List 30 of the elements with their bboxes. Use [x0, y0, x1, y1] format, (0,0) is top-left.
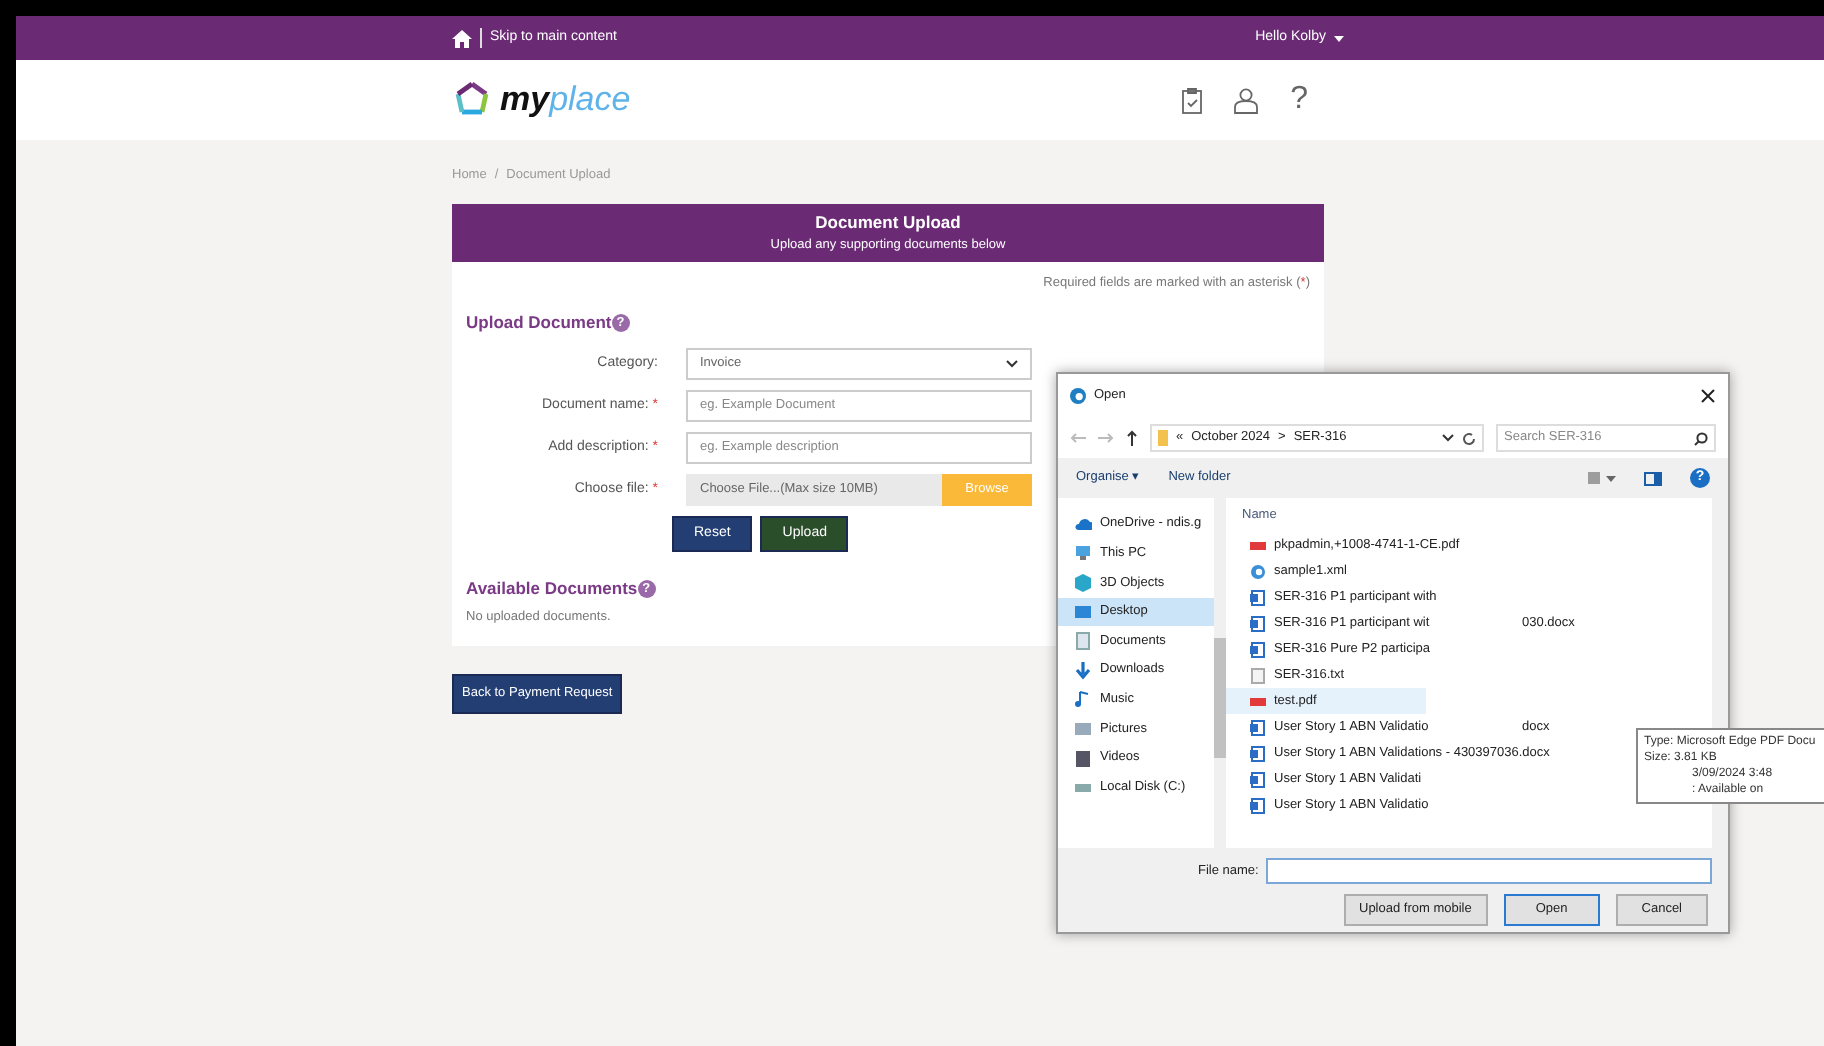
home-icon[interactable] — [452, 29, 472, 47]
help-link[interactable]: ? — [1290, 84, 1308, 116]
logo-text: myplace — [500, 78, 631, 123]
caret-icon — [1334, 35, 1344, 41]
person-icon[interactable] — [1234, 87, 1259, 113]
search-icon — [1694, 431, 1708, 445]
cube-icon — [1074, 573, 1092, 592]
document-icon — [1074, 632, 1092, 651]
xml-file-icon — [1250, 563, 1266, 579]
cloud-icon — [1074, 515, 1092, 534]
computer-icon — [1074, 544, 1092, 563]
close-icon[interactable] — [1700, 388, 1716, 404]
section-heading: Upload Document — [466, 310, 612, 336]
download-icon — [1074, 661, 1092, 680]
view-options-icon[interactable] — [1588, 472, 1616, 484]
browser-logo-icon — [1070, 388, 1086, 404]
chevron-down-icon — [1006, 359, 1018, 368]
clipboard-icon[interactable] — [1182, 87, 1203, 113]
chevron-down-icon — [1442, 434, 1454, 442]
file-name-field[interactable] — [1266, 858, 1712, 884]
music-note-icon — [1074, 690, 1092, 709]
preview-pane-icon[interactable] — [1644, 471, 1662, 485]
desktop-icon — [1074, 603, 1092, 622]
up-arrow-icon[interactable] — [1126, 430, 1138, 446]
refresh-icon[interactable] — [1462, 431, 1476, 445]
folder-icon — [1158, 430, 1168, 446]
text-file-icon — [1250, 667, 1266, 683]
panel-title: Document Upload — [813, 209, 963, 235]
section-heading: Available Documents — [466, 576, 638, 602]
logo-icon — [452, 80, 492, 120]
